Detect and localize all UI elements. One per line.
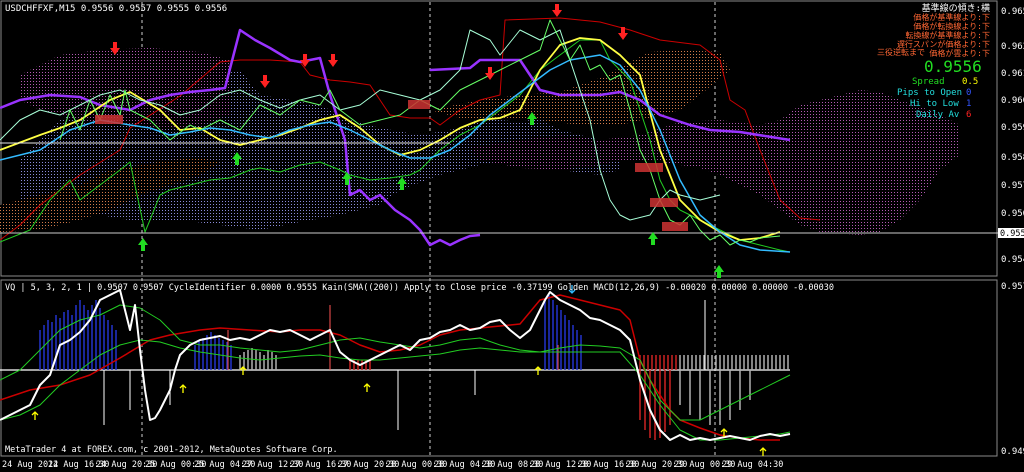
price-tick: 0.9635 — [1001, 42, 1024, 52]
info-line: 価格が基準線より:下 — [913, 12, 990, 22]
sell-arrow-icon — [328, 54, 338, 67]
up-arrow-icon — [534, 366, 542, 375]
time-axis: 24 Aug 2012 24 Aug 16:30 24 Aug 20:30 25… — [2, 460, 783, 470]
up-arrow-icon — [179, 384, 187, 393]
price-tick: 0.9605 — [1001, 96, 1024, 106]
upper-price-axis: 0.9656 0.9635 0.9615 0.9605 0.9595 0.958… — [1001, 7, 1024, 265]
cycle-spikes-red — [227, 305, 559, 370]
info-row-value: 1 — [966, 99, 971, 109]
up-arrow-icon — [31, 411, 39, 420]
up-arrow-icon — [363, 383, 371, 392]
price-tick: 0.9585 — [1001, 153, 1024, 163]
time-tick: 29 Aug 04:30 — [722, 460, 783, 470]
lower-panel-frame — [0, 279, 998, 457]
info-line: 三役逆転まで — [877, 47, 925, 57]
price-tick: 0.9575 — [1001, 181, 1024, 191]
buy-arrow-icon — [138, 238, 148, 251]
info-row-value: 6 — [966, 110, 971, 120]
info-row-label: Hi to Low — [910, 99, 959, 109]
sell-arrow-icon — [485, 67, 495, 80]
info-line: 転換線が基準線より:下 — [905, 30, 990, 40]
info-price: 0.9556 — [924, 57, 982, 76]
ichimoku-cloud — [0, 48, 960, 235]
buy-arrow-icon — [648, 232, 658, 245]
platform-footer: MetaTrader 4 at FOREX.com, c 2001-2012, … — [5, 445, 338, 455]
lower-price-tick: 0.957 — [1001, 282, 1024, 292]
chart-header: USDCHFFXF,M15 0.9556 0.9557 0.9555 0.955… — [5, 4, 227, 14]
info-row-value: 0.5 — [962, 77, 978, 87]
current-price-label: 0.9556 — [1000, 229, 1024, 239]
info-row-label: Daily Av — [916, 110, 959, 120]
info-row-value: 0 — [966, 88, 971, 98]
price-tick: 0.9615 — [1001, 69, 1024, 79]
info-line: 価格が転換線より:下 — [913, 21, 990, 31]
sell-arrow-icon — [552, 4, 562, 17]
cycle-spikes — [103, 300, 706, 430]
info-row-label: Spread — [912, 77, 945, 87]
sell-arrow-icon — [260, 75, 270, 88]
chart-window[interactable]: USDCHFFXF,M15 0.9556 0.9557 0.9555 0.955… — [0, 0, 1024, 472]
price-tick: 0.9595 — [1001, 123, 1024, 133]
up-arrow-icon — [759, 447, 767, 456]
price-tick: 0.9656 — [1001, 7, 1024, 17]
lower-price-tick: 0.9496 — [1001, 447, 1024, 457]
sell-arrow-icon — [300, 54, 310, 67]
price-tick: 0.9565 — [1001, 209, 1024, 219]
up-arrow-icon — [239, 366, 247, 375]
price-tick: 0.9545 — [1001, 255, 1024, 265]
indicator-header: VQ | 5, 3, 2, 1 | 0.9507 0.9507 CycleIde… — [5, 283, 834, 293]
info-row-label: Pips to Open — [897, 88, 962, 98]
